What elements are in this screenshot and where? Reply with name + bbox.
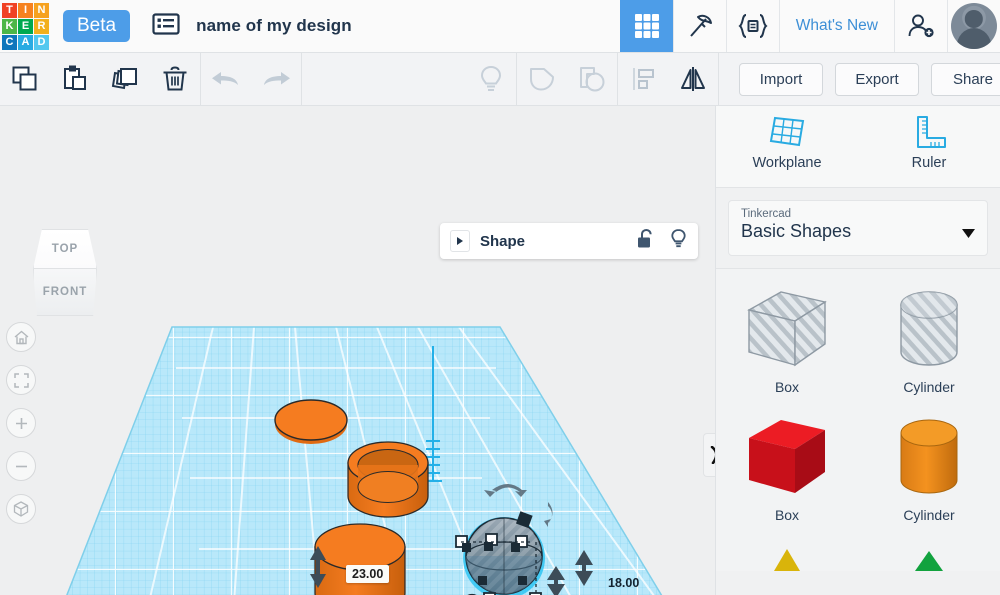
caret-down-icon[interactable] <box>962 225 975 243</box>
tinkercad-logo[interactable]: T I N K E R C A D <box>2 3 49 50</box>
shape-panel-title: Shape <box>480 232 526 250</box>
tinkercad-app: T I N K E R C A D Beta name of my design <box>0 0 1000 595</box>
logo-tile: I <box>18 3 33 18</box>
import-button[interactable]: Import <box>739 62 823 96</box>
add-person-icon[interactable] <box>894 0 947 52</box>
pickaxe-icon[interactable] <box>672 0 726 52</box>
grid-apps-icon[interactable] <box>619 0 673 52</box>
solid-cylinder-icon <box>900 419 958 494</box>
duplicate-icon[interactable] <box>100 53 150 106</box>
projection-toggle-button[interactable] <box>6 494 36 524</box>
workplane-grid-icon <box>769 116 805 147</box>
logo-tile: K <box>2 19 17 34</box>
top-bar-right-controls: What's New <box>619 0 1000 52</box>
export-button[interactable]: Export <box>835 62 919 96</box>
shape-thumb-partial-cone[interactable] <box>858 531 1000 571</box>
group-icon[interactable] <box>517 53 567 106</box>
logo-tile: A <box>18 35 33 50</box>
view-cube-front-label: FRONT <box>42 286 88 298</box>
workplane-scene: Workplane <box>32 326 715 595</box>
shape-thumb-hole-cylinder[interactable]: Cylinder <box>858 275 1000 403</box>
ruler-icon <box>917 116 946 148</box>
hole-cylinder-icon <box>900 291 958 366</box>
shape-library-grid: Box Cylinder Box Cylinder <box>716 268 1000 571</box>
sidebar-tools: Workplane Ruler <box>716 106 1000 188</box>
logo-tile: T <box>2 3 17 18</box>
shape-label: Box <box>774 379 800 395</box>
zoom-in-button[interactable] <box>6 408 36 438</box>
redo-icon[interactable] <box>251 53 301 106</box>
shape-label: Cylinder <box>903 507 955 523</box>
shape-thumb-hole-box[interactable]: Box <box>716 275 858 403</box>
triangle-right-icon[interactable] <box>450 230 470 252</box>
shape-library-owner: Tinkercad <box>741 208 792 220</box>
shape-thumb-solid-box[interactable]: Box <box>716 403 858 531</box>
navigation-buttons <box>6 322 36 537</box>
lightbulb-icon[interactable] <box>669 228 688 255</box>
design-title[interactable]: name of my design <box>196 16 352 36</box>
codeblocks-icon[interactable] <box>725 0 779 52</box>
lightbulb-icon[interactable] <box>466 53 516 106</box>
trash-icon[interactable] <box>150 53 200 106</box>
list-icon[interactable] <box>152 12 180 41</box>
copy-icon[interactable] <box>0 53 50 106</box>
top-bar: T I N K E R C A D Beta name of my design <box>0 0 1000 53</box>
view-cube-top-label: TOP <box>51 243 79 255</box>
hole-box-icon <box>747 291 827 367</box>
shape-label: Cylinder <box>903 379 955 395</box>
align-icon[interactable] <box>618 53 668 106</box>
zoom-out-button[interactable] <box>6 451 36 481</box>
edit-toolbar: Import Export Share <box>0 52 1000 106</box>
logo-tile: C <box>2 35 17 50</box>
unlocked-padlock-icon[interactable] <box>636 228 655 254</box>
ungroup-icon[interactable] <box>567 53 617 106</box>
shape-label: Box <box>774 507 800 523</box>
shape-orange-disc <box>274 399 348 444</box>
fit-view-button[interactable] <box>6 365 36 395</box>
logo-tile: E <box>18 19 33 34</box>
shapes-sidebar: Workplane Ruler Tinkercad Basic Shapes B… <box>715 106 1000 595</box>
home-view-button[interactable] <box>6 322 36 352</box>
logo-tile: N <box>34 3 49 18</box>
shape-library-name: Basic Shapes <box>741 221 852 241</box>
view-cube[interactable]: TOP FRONT <box>25 229 105 317</box>
chevron-right-icon <box>710 446 715 464</box>
shape-library-dropdown[interactable]: Tinkercad Basic Shapes <box>728 200 988 256</box>
dim-width-18[interactable]: 18.00 <box>602 574 645 592</box>
logo-tile: R <box>34 19 49 34</box>
mirror-icon[interactable] <box>668 53 718 106</box>
3d-canvas[interactable]: Workplane <box>0 106 715 595</box>
solid-box-icon <box>749 420 825 493</box>
beta-badge[interactable]: Beta <box>63 10 131 42</box>
paste-icon[interactable] <box>50 53 100 106</box>
undo-icon[interactable] <box>201 53 251 106</box>
dim-height-23[interactable]: 23.00 <box>346 565 390 583</box>
sidebar-tool-workplane[interactable]: Workplane <box>716 114 858 171</box>
panel-collapse-tab[interactable] <box>703 433 715 477</box>
sidebar-tool-label: Ruler <box>911 155 947 171</box>
shape-panel[interactable]: Shape <box>440 223 698 259</box>
share-button[interactable]: Share <box>931 62 1000 96</box>
sidebar-tool-ruler[interactable]: Ruler <box>858 114 1000 171</box>
shape-thumb-solid-cylinder[interactable]: Cylinder <box>858 403 1000 531</box>
shape-thumb-partial-roof[interactable] <box>716 531 858 571</box>
whats-new-button[interactable]: What's New <box>778 0 894 52</box>
logo-tile: D <box>34 35 49 50</box>
sidebar-tool-label: Workplane <box>752 155 822 171</box>
view-cube-front-face[interactable]: FRONT <box>33 269 97 316</box>
avatar[interactable] <box>947 0 1000 52</box>
shape-orange-tube <box>347 441 429 518</box>
view-cube-top-face[interactable]: TOP <box>33 229 97 269</box>
shape-orange-cylinder <box>314 523 406 595</box>
